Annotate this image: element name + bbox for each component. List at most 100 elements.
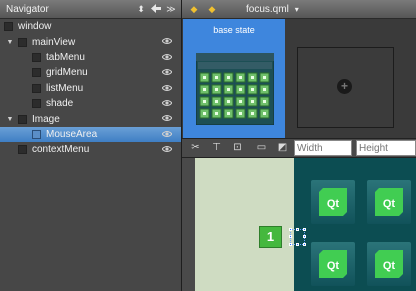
qt-tile[interactable]: Qt <box>367 242 411 286</box>
eye-icon[interactable] <box>162 145 172 153</box>
thumbnail-tile-mark <box>251 88 254 91</box>
item-number-badge: 1 <box>259 226 282 248</box>
tree-item-label: tabMenu <box>46 51 85 63</box>
canvas-toolbar: ✂ ⊤ ⊡ ▭ ◩ <box>182 138 416 158</box>
tree-item[interactable]: tabMenu <box>0 50 181 65</box>
dropdown-icon[interactable]: ⬍ <box>135 4 147 15</box>
eye-icon[interactable] <box>162 68 172 76</box>
thumbnail-tile-mark <box>263 112 266 115</box>
green-area <box>195 158 294 291</box>
qt-logo-icon: Qt <box>375 188 403 216</box>
thumbnail-tile-mark <box>251 112 254 115</box>
scissors-icon[interactable]: ✂ <box>188 141 203 155</box>
thumbnail-tile-mark <box>239 112 242 115</box>
navigator-panel: Navigator ⬍ ≫ window ▼ mainView tabMenu grid… <box>0 0 182 291</box>
design-canvas[interactable]: Qt Qt Qt Qt 1 <box>182 158 416 291</box>
forward-icon[interactable]: ◆ <box>206 4 218 15</box>
item-type-icon <box>32 129 41 139</box>
thumbnail-tile-mark <box>239 76 242 79</box>
eye-icon[interactable] <box>162 130 172 138</box>
back-arrow-icon[interactable]: ◆ <box>188 4 200 15</box>
tree-item[interactable]: gridMenu <box>0 65 181 80</box>
thumbnail-tile-mark <box>263 100 266 103</box>
item-type-icon <box>32 68 41 78</box>
qt-tile[interactable]: Qt <box>311 242 355 286</box>
tree-item-label: contextMenu <box>32 144 90 156</box>
tree-item[interactable]: shade <box>0 96 181 111</box>
height-field[interactable] <box>356 140 416 156</box>
qt-tile[interactable]: Qt <box>311 180 355 224</box>
width-field[interactable] <box>294 140 352 156</box>
tree-item-label: window <box>18 21 52 33</box>
thumbnail-tile-mark <box>227 88 230 91</box>
dark-area: Qt Qt Qt Qt <box>294 158 416 291</box>
navigator-title: Navigator <box>6 3 49 15</box>
snap-icon[interactable]: ⊡ <box>230 141 245 155</box>
back-arrow-icon[interactable] <box>150 3 162 15</box>
thumbnail-tile-mark <box>215 76 218 79</box>
item-type-icon <box>18 145 27 155</box>
navigator-header: Navigator ⬍ ≫ <box>0 0 181 19</box>
file-name: focus.qml <box>246 3 289 15</box>
state-title: base state <box>213 25 255 35</box>
svg-text:Qt: Qt <box>383 260 396 272</box>
thumbnail-tile-mark <box>215 88 218 91</box>
eye-icon[interactable] <box>162 114 172 122</box>
thumbnail-tile-mark <box>263 88 266 91</box>
thumbnail-tile-mark <box>239 88 242 91</box>
base-state-card[interactable]: base state <box>183 19 285 138</box>
qt-logo-icon: Qt <box>319 250 347 278</box>
svg-text:Qt: Qt <box>383 198 396 210</box>
item-type-icon <box>32 83 41 93</box>
state-thumbnail <box>196 53 274 125</box>
thumbnail-tile-mark <box>215 100 218 103</box>
item-type-icon <box>18 37 27 47</box>
expand-arrow-icon[interactable]: ▼ <box>6 116 14 123</box>
item-type-icon <box>32 99 41 109</box>
add-icon: + <box>337 79 352 94</box>
qt-logo-icon: Qt <box>375 250 403 278</box>
tree-item-label: shade <box>46 98 74 110</box>
thumbnail-tile-mark <box>203 112 206 115</box>
thumbnail-tile-mark <box>227 100 230 103</box>
expand-arrow-icon[interactable]: ▼ <box>6 39 14 46</box>
eye-icon[interactable] <box>162 37 172 45</box>
thumbnail-tile-mark <box>203 76 206 79</box>
states-panel: base state + <box>182 19 416 138</box>
thumbnail-tile-mark <box>203 88 206 91</box>
tree-item-label: listMenu <box>46 82 84 94</box>
more-icon[interactable]: ≫ <box>165 4 177 15</box>
tree-item-label: mainView <box>32 36 76 48</box>
thumbnail-tile-mark <box>263 76 266 79</box>
tree-item-label: MouseArea <box>46 128 98 140</box>
tree-item[interactable]: ▼ mainView <box>0 34 181 49</box>
anchor-icon[interactable]: ⊤ <box>209 141 224 155</box>
selection-handles[interactable] <box>289 228 306 246</box>
thumbnail-tile-mark <box>227 76 230 79</box>
svg-text:Qt: Qt <box>327 260 340 272</box>
chevron-down-icon[interactable]: ▾ <box>295 5 299 14</box>
color-icon[interactable]: ◩ <box>275 141 290 155</box>
qt-logo-icon: Qt <box>319 188 347 216</box>
item-type-icon <box>18 114 27 124</box>
tree-item[interactable]: MouseArea <box>0 126 181 143</box>
bounds-icon[interactable]: ▭ <box>254 141 269 155</box>
tree-item[interactable]: ▼ Image <box>0 111 181 126</box>
tree-item[interactable]: window <box>0 19 181 34</box>
add-state-button[interactable]: + <box>297 47 394 128</box>
tree-item[interactable]: contextMenu <box>0 142 181 157</box>
tree-item[interactable]: listMenu <box>0 81 181 96</box>
tree-item-label: gridMenu <box>46 67 88 79</box>
eye-icon[interactable] <box>162 99 172 107</box>
eye-icon[interactable] <box>162 53 172 61</box>
thumbnail-tile-mark <box>251 76 254 79</box>
thumbnail-tile-mark <box>239 100 242 103</box>
qt-tile[interactable]: Qt <box>367 180 411 224</box>
item-type-icon <box>4 22 13 32</box>
eye-icon[interactable] <box>162 84 172 92</box>
thumbnail-tile-mark <box>251 100 254 103</box>
item-type-icon <box>32 52 41 62</box>
tree-item-label: Image <box>32 113 60 125</box>
editor-topbar: ◆ ◆ focus.qml ▾ <box>182 0 416 19</box>
thumbnail-tile-mark <box>203 100 206 103</box>
